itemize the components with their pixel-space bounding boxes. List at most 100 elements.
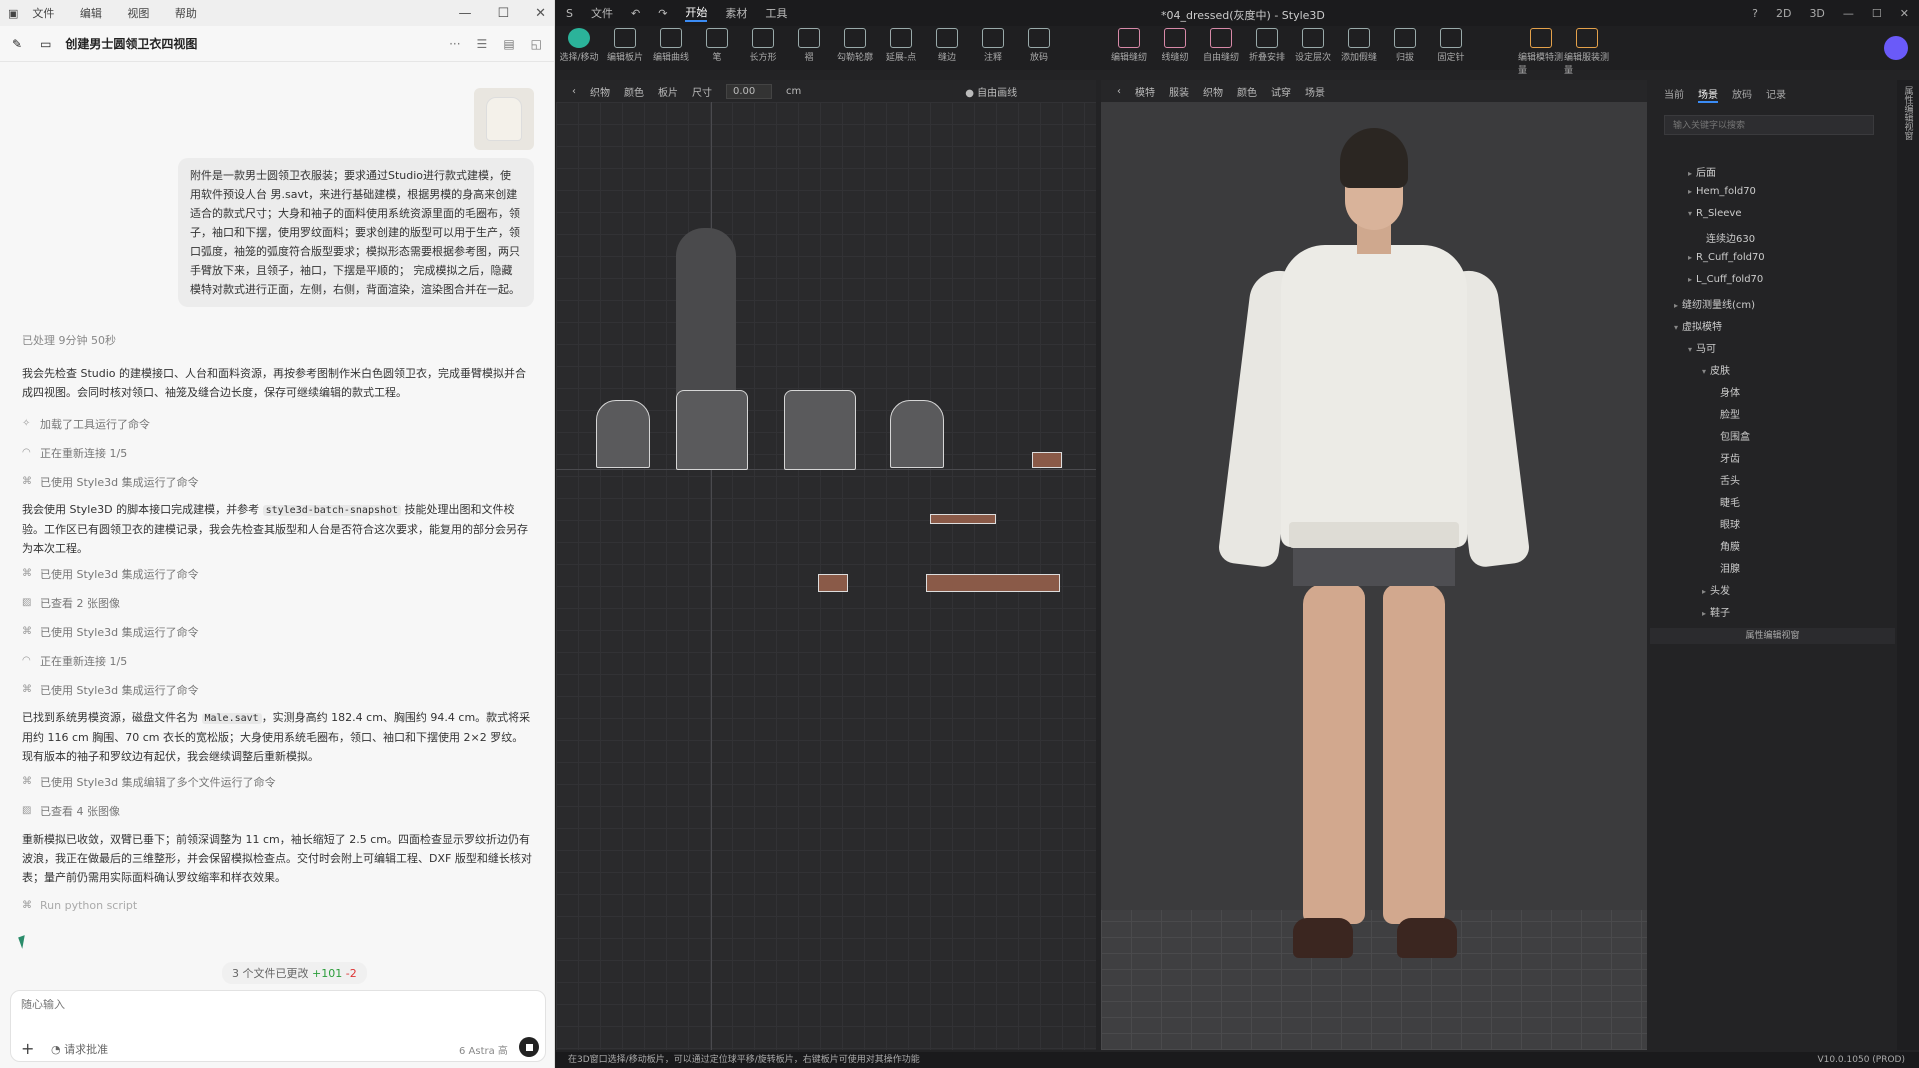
assistant-icon[interactable] [1884,36,1908,60]
tool-button[interactable]: 编辑曲线 [648,28,694,63]
menu-file[interactable]: 文件 [32,7,54,20]
tree-item[interactable]: ▾ R_Sleeve [1688,208,1741,219]
panel-icon[interactable]: ▤ [503,37,514,51]
fabric-3d-button[interactable]: 织物 [1203,84,1223,99]
side-tab[interactable]: 属性编辑视窗 [1902,86,1915,140]
maximize-button[interactable]: ☐ [497,6,509,21]
add-attachment-button[interactable]: + [21,1039,34,1058]
app-minimize-button[interactable]: — [1843,7,1854,20]
new-chat-icon[interactable]: ✎ [12,37,22,51]
tool-button[interactable]: 褶 [786,28,832,63]
tree-arrow-icon[interactable]: ▸ [1688,253,1692,262]
tree-item[interactable]: 包围盒 [1716,428,1750,443]
stop-button[interactable] [519,1037,539,1057]
step-item-running[interactable]: ⌘ Run python script [22,899,137,912]
tree-item[interactable]: ▾ 虚拟模特 [1674,318,1722,333]
tree-arrow-icon[interactable]: ▸ [1702,587,1706,596]
pattern-piece-sleeve-right[interactable] [890,400,944,468]
tool-button[interactable]: 注释 [970,28,1016,63]
tree-item[interactable]: 角膜 [1716,538,1740,553]
avatar-3d-model[interactable] [1217,120,1531,1040]
expand-icon[interactable]: ◱ [531,37,542,51]
avatar-button[interactable]: 模特 [1135,84,1155,99]
tree-arrow-icon[interactable]: ▾ [1688,345,1692,354]
tool-button[interactable]: 长方形 [740,28,786,63]
tree-arrow-icon[interactable]: ▸ [1688,169,1692,178]
tool-button[interactable]: 编辑模特测量 [1518,28,1564,76]
tree-item[interactable]: ▸ R_Cuff_fold70 [1688,252,1765,263]
pattern-2d-view[interactable]: ‹ 织物 颜色 板片 尺寸 0.00 cm ● 自由画线 [556,80,1096,1050]
tree-arrow-icon[interactable]: ▸ [1674,301,1678,310]
step-item[interactable]: ⌘ 已使用 Style3d 集成运行了命令 [22,474,199,490]
tab-history[interactable]: 记录 [1766,86,1786,103]
chat-input[interactable] [21,999,521,1011]
menu-edit[interactable]: 编辑 [80,7,102,20]
tab-grading[interactable]: 放码 [1732,86,1752,103]
color-3d-button[interactable]: 颜色 [1237,84,1257,99]
fabric-button[interactable]: 织物 [590,84,610,99]
collapse-icon[interactable]: ‹ [1117,86,1121,97]
step-item[interactable]: ◠ 正在重新连接 1/5 [22,653,127,669]
tool-button[interactable]: 固定针 [1428,28,1474,63]
tool-button[interactable]: 折叠安排 [1244,28,1290,63]
tool-button[interactable]: 设定层次 [1290,28,1336,63]
app-maximize-button[interactable]: ☐ [1872,7,1882,20]
app-menu-start[interactable]: 开始 [685,4,708,22]
tool-button[interactable]: 勾勒轮廓 [832,28,878,63]
tree-arrow-icon[interactable]: ▾ [1688,209,1692,218]
help-button[interactable]: ? [1752,7,1758,20]
tree-arrow-icon[interactable]: ▾ [1702,367,1706,376]
tree-search-input[interactable] [1664,115,1874,135]
tool-button[interactable]: 编辑服装测量 [1564,28,1610,76]
tree-arrow-icon[interactable]: ▸ [1688,187,1692,196]
app-menu-assets[interactable]: 素材 [725,5,747,21]
tool-button[interactable]: 编辑缝纫 [1106,28,1152,63]
pattern-piece-sleeve-left[interactable] [596,400,650,468]
tree-item[interactable]: ▸ 后面 [1688,164,1716,179]
pattern-piece-collar[interactable] [1032,452,1062,468]
tree-item[interactable]: 睫毛 [1716,494,1740,509]
tree-item[interactable]: ▸ 缝纫测量线(cm) [1674,296,1755,311]
color-button[interactable]: 颜色 [624,84,644,99]
tool-button[interactable]: 自由缝纫 [1198,28,1244,63]
undo-icon[interactable]: ↶ [631,7,640,20]
tree-item[interactable]: 连续边630 [1702,230,1755,245]
tab-scene[interactable]: 场景 [1698,86,1718,103]
tree-item[interactable]: 泪腺 [1716,560,1740,575]
tree-item[interactable]: ▸ Hem_fold70 [1688,186,1756,197]
collapse-icon[interactable]: ‹ [572,86,576,97]
pattern-piece-hem[interactable] [926,574,1060,592]
minimize-button[interactable]: — [458,6,471,21]
app-menu-tools[interactable]: 工具 [765,5,787,21]
step-item[interactable]: ⌘ 已使用 Style3d 集成运行了命令 [22,566,199,582]
tree-item[interactable]: 舌头 [1716,472,1740,487]
tree-item[interactable]: 身体 [1716,384,1740,399]
app-menu-file[interactable]: 文件 [591,5,613,21]
tool-button[interactable]: 编辑板片 [602,28,648,63]
view-2d-button[interactable]: 2D [1776,7,1791,20]
tool-button[interactable]: 线缝纫 [1152,28,1198,63]
files-changed-badge[interactable]: 3 个文件已更改 +101 -2 [222,962,367,984]
redo-icon[interactable]: ↷ [658,7,667,20]
step-item[interactable]: ⌘ 已使用 Style3d 集成运行了命令 [22,682,199,698]
list-icon[interactable]: ☰ [477,37,488,51]
tool-button[interactable]: 选择/移动 [556,28,602,63]
tree-item[interactable]: ▸ 鞋子 [1702,604,1730,619]
tree-arrow-icon[interactable]: ▸ [1688,275,1692,284]
tree-item[interactable]: ▾ 皮肤 [1702,362,1730,377]
tree-arrow-icon[interactable]: ▾ [1674,323,1678,332]
step-item[interactable]: ◠ 正在重新连接 1/5 [22,445,127,461]
step-item[interactable]: ▨ 已查看 2 张图像 [22,595,120,611]
tool-button[interactable]: 归拔 [1382,28,1428,63]
scene-button[interactable]: 场景 [1305,84,1325,99]
step-item[interactable]: ⌘ 已使用 Style3d 集成编辑了多个文件运行了命令 [22,774,276,790]
tool-button[interactable]: 放码 [1016,28,1062,63]
tool-button[interactable]: 缝边 [924,28,970,63]
view-3d-button[interactable]: 3D [1809,7,1824,20]
property-editor-bar[interactable]: 属性编辑视窗 [1650,628,1895,644]
step-item[interactable]: ▨ 已查看 4 张图像 [22,803,120,819]
tree-item[interactable]: ▸ L_Cuff_fold70 [1688,274,1763,285]
more-button[interactable]: ··· [449,37,460,51]
tree-item[interactable]: ▸ 头发 [1702,582,1730,597]
pattern-piece-rib[interactable] [818,574,848,592]
